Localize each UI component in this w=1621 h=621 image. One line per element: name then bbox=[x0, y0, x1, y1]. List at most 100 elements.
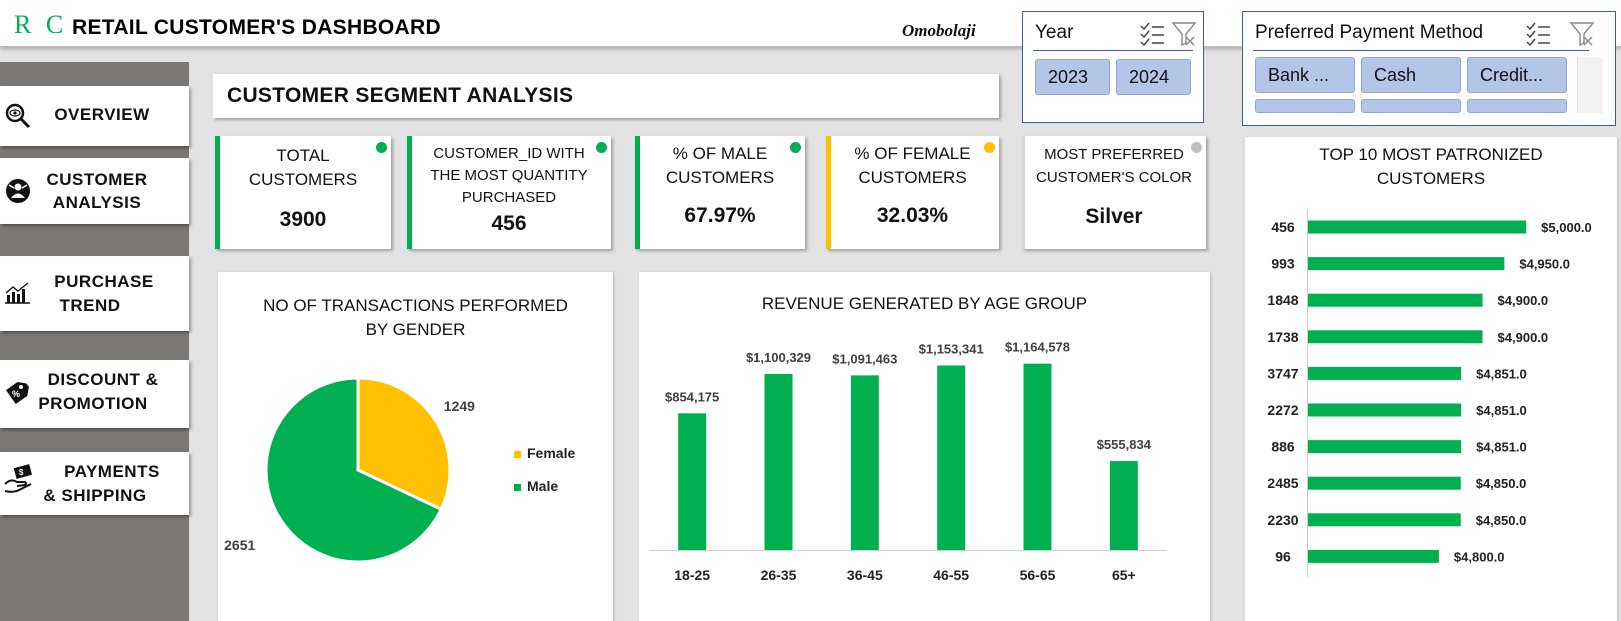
slicer-divider bbox=[1033, 50, 1193, 51]
section-title-box: CUSTOMER SEGMENT ANALYSIS bbox=[213, 74, 999, 118]
nav-overview-label: OVERVIEW bbox=[54, 105, 150, 124]
y-tick-label: 96 bbox=[1275, 548, 1291, 564]
multi-select-icon[interactable] bbox=[1140, 22, 1164, 47]
kpi-label: TOTAL bbox=[276, 146, 330, 165]
y-tick-label: 3747 bbox=[1267, 365, 1298, 381]
x-tick-label: 18-25 bbox=[674, 567, 710, 583]
pie-data-label: 1249 bbox=[444, 398, 475, 414]
year-option-2023[interactable]: 2023 bbox=[1035, 59, 1110, 95]
column-bar bbox=[1109, 461, 1138, 550]
kpi-label: MOST PREFERRED bbox=[1044, 146, 1184, 163]
nav-purchase-trend[interactable]: PURCHASE TREND bbox=[0, 256, 189, 331]
kpi-accent-bar bbox=[215, 136, 220, 249]
nav-payments-label-2: & SHIPPING bbox=[43, 486, 147, 505]
search-eye-icon bbox=[5, 103, 31, 129]
kpi-accent-bar bbox=[635, 136, 640, 249]
pie-chart: 1249 2651 Female Male bbox=[224, 376, 575, 564]
payment-option-hidden[interactable] bbox=[1361, 99, 1461, 113]
column-bar bbox=[678, 413, 707, 550]
kpi-value: 456 bbox=[491, 212, 527, 235]
payment-hand-icon: $ bbox=[4, 464, 33, 493]
nav-overview[interactable]: OVERVIEW bbox=[0, 86, 189, 146]
kpi-label: % OF MALE bbox=[672, 144, 768, 163]
bar-data-label: $4,851.0 bbox=[1476, 403, 1527, 418]
multi-select-icon[interactable] bbox=[1526, 22, 1550, 47]
nav-discount-label: DISCOUNT & bbox=[47, 370, 159, 389]
slicer-toolbar bbox=[1140, 22, 1197, 47]
svg-text:%: % bbox=[12, 389, 20, 399]
kpi-accent-bar bbox=[407, 136, 412, 249]
nav-payments-shipping[interactable]: $ PAYMENTS & SHIPPING bbox=[0, 452, 189, 515]
column-data-label: $1,153,341 bbox=[919, 341, 984, 356]
clear-filter-icon[interactable] bbox=[1171, 22, 1197, 47]
y-tick-label: 2485 bbox=[1267, 475, 1298, 491]
kpi-preferred-color: MOST PREFERRED CUSTOMER'S COLOR Silver bbox=[1022, 136, 1206, 249]
section-title: CUSTOMER SEGMENT ANALYSIS bbox=[227, 84, 574, 107]
y-tick-label: 1738 bbox=[1267, 329, 1298, 345]
author-name: Omobolaji bbox=[902, 21, 976, 40]
horizontal-bar bbox=[1308, 220, 1527, 234]
x-tick-label: 46-55 bbox=[933, 567, 969, 583]
kpi-label: % OF FEMALE bbox=[854, 144, 971, 163]
gender-transactions-chart: NO OF TRANSACTIONS PERFORMED BY GENDER 1… bbox=[218, 272, 613, 621]
discount-tag-icon: % bbox=[5, 381, 29, 404]
kpi-label-2: CUSTOMERS bbox=[665, 168, 775, 187]
horizontal-bar bbox=[1308, 513, 1461, 527]
nav-purchase-label-2: TREND bbox=[59, 296, 121, 315]
payment-option-bank[interactable]: Bank ... bbox=[1255, 57, 1355, 93]
nav-purchase-label: PURCHASE bbox=[54, 272, 154, 291]
y-tick-label: 993 bbox=[1271, 256, 1295, 272]
nav-payments-label: PAYMENTS bbox=[64, 462, 160, 481]
kpi-label-2: CUSTOMERS bbox=[858, 168, 967, 187]
kpi-top-customer-id: CUSTOMER_ID WITH THE MOST QUANTITY PURCH… bbox=[407, 136, 611, 249]
kpi-label-2: THE MOST QUANTITY bbox=[430, 167, 588, 184]
svg-text:$: $ bbox=[19, 468, 24, 477]
payment-option-hidden[interactable] bbox=[1467, 99, 1567, 113]
payment-option-hidden[interactable] bbox=[1255, 99, 1355, 113]
payment-option-cash[interactable]: Cash bbox=[1361, 57, 1461, 93]
bar-chart-icon bbox=[5, 282, 30, 304]
column-data-label: $1,164,578 bbox=[1005, 340, 1070, 355]
bar-data-label: $4,851.0 bbox=[1476, 366, 1527, 381]
column-bar bbox=[764, 373, 793, 550]
x-tick-label: 36-45 bbox=[847, 567, 883, 583]
x-tick-label: 26-35 bbox=[761, 567, 797, 583]
year-option-2024[interactable]: 2024 bbox=[1116, 59, 1191, 95]
horizontal-bar bbox=[1308, 330, 1483, 344]
bar-data-label: $4,850.0 bbox=[1476, 513, 1527, 528]
column-data-label: $1,091,463 bbox=[832, 351, 897, 366]
column-data-label: $854,175 bbox=[665, 389, 719, 404]
nav-customer-label: CUSTOMER bbox=[46, 170, 148, 189]
nav-discount-promotion[interactable]: % DISCOUNT & PROMOTION bbox=[0, 360, 189, 428]
column-chart: $854,175 18-25 $1,100,329 26-35 $1,091,463 36… bbox=[649, 340, 1167, 583]
horizontal-bar bbox=[1308, 366, 1462, 380]
kpi-accent-bar bbox=[826, 136, 831, 249]
year-slicer[interactable]: Year 2023 2024 bbox=[1022, 11, 1204, 123]
nav-customer-analysis[interactable]: CUSTOMER ANALYSIS bbox=[0, 158, 189, 224]
x-tick-label: 56-65 bbox=[1020, 567, 1056, 583]
bar-data-label: $4,850.0 bbox=[1476, 476, 1527, 491]
user-icon bbox=[6, 179, 30, 203]
kpi-total-customers: TOTAL CUSTOMERS 3900 bbox=[215, 136, 391, 249]
year-slicer-title: Year bbox=[1035, 22, 1074, 43]
legend-label-female: Female bbox=[527, 445, 575, 461]
nav-customer-label-2: ANALYSIS bbox=[52, 193, 142, 212]
payment-method-slicer[interactable]: Preferred Payment Method Bank ... Cash C… bbox=[1242, 11, 1616, 126]
kpi-accent-bar bbox=[1022, 136, 1025, 249]
horizontal-bar bbox=[1308, 549, 1439, 563]
y-tick-label: 456 bbox=[1271, 219, 1295, 235]
bar-data-label: $4,900.0 bbox=[1498, 330, 1549, 345]
horizontal-bar bbox=[1308, 403, 1462, 417]
column-bar bbox=[850, 375, 879, 550]
pie-data-label: 2651 bbox=[224, 537, 255, 553]
column-data-label: $555,834 bbox=[1097, 437, 1152, 452]
legend-swatch-male bbox=[514, 484, 521, 491]
kpi-male-percent: % OF MALE CUSTOMERS 67.97% bbox=[635, 136, 805, 249]
horizontal-bar bbox=[1308, 476, 1461, 490]
payment-option-credit[interactable]: Credit... bbox=[1467, 57, 1567, 93]
horizontal-bar bbox=[1308, 293, 1483, 307]
clear-filter-icon[interactable] bbox=[1569, 22, 1595, 47]
kpi-value: 67.97% bbox=[684, 204, 756, 227]
slicer-scrollbar[interactable] bbox=[1577, 57, 1603, 113]
y-tick-label: 886 bbox=[1271, 439, 1295, 455]
